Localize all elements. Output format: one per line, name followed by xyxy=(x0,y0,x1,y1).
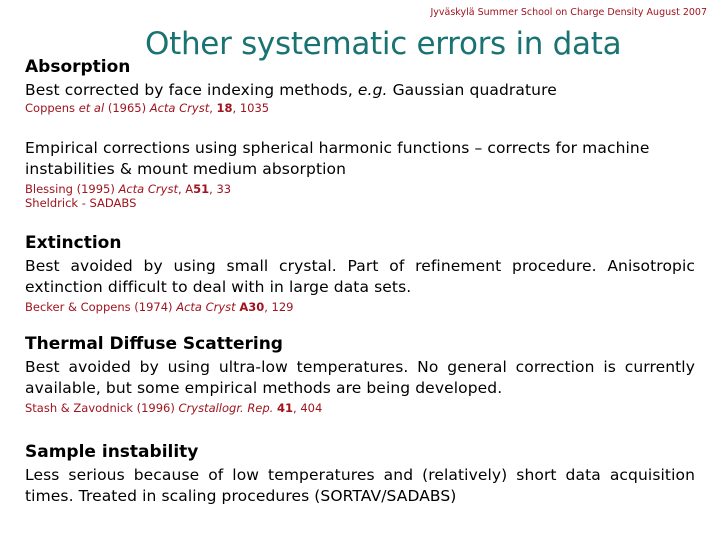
conference-note: Jyväskylä Summer School on Charge Densit… xyxy=(430,7,707,18)
section-heading: Thermal Diffuse Scattering xyxy=(25,334,283,354)
reference: Stash & Zavodnick (1996) Crystallogr. Re… xyxy=(25,401,323,415)
section-text: Best avoided by using ultra-low temperat… xyxy=(25,358,695,397)
text-segment: Best corrected by face indexing methods, xyxy=(25,81,358,99)
section-heading: Absorption xyxy=(25,57,131,77)
reference: Becker & Coppens (1974) Acta Cryst A30, … xyxy=(25,300,294,314)
section-text: Less serious because of low temperatures… xyxy=(25,466,695,505)
section-extinction: Extinction Best avoided by using small c… xyxy=(25,233,695,314)
text-italic: e.g. xyxy=(357,81,388,99)
reference: Sheldrick - SADABS xyxy=(25,196,137,210)
section-sample-instability: Sample instability Less serious because … xyxy=(25,442,695,507)
section-thermal-diffuse-scattering: Thermal Diffuse Scattering Best avoided … xyxy=(25,334,695,415)
section-heading: Extinction xyxy=(25,233,122,253)
section-text: Best avoided by using small crystal. Par… xyxy=(25,257,695,296)
text-segment: Gaussian quadrature xyxy=(387,81,557,99)
section-absorption: Absorption Best corrected by face indexi… xyxy=(25,57,695,115)
section-heading: Sample instability xyxy=(25,442,199,462)
section-text: Best corrected by face indexing methods,… xyxy=(25,80,695,101)
reference: Coppens et al (1965) Acta Cryst, 18, 103… xyxy=(25,101,270,115)
reference: Blessing (1995) Acta Cryst, A51, 33 xyxy=(25,182,232,196)
section-text: Empirical corrections using spherical ha… xyxy=(25,139,650,178)
section-absorption-empirical: Empirical corrections using spherical ha… xyxy=(25,138,695,210)
